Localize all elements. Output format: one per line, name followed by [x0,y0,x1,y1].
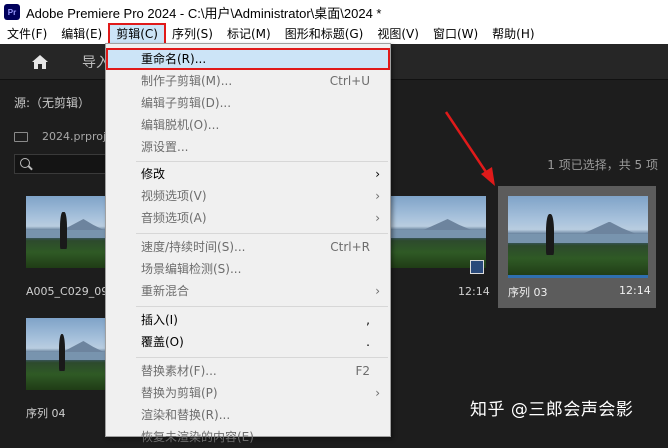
menu-item-insert[interactable]: 插入(I) , [106,309,390,331]
clip-thumbnail [26,318,108,390]
search-icon [20,158,30,168]
clip-progress-bar [508,275,648,278]
menu-item-label: 重命名(R)... [141,52,207,66]
menu-item-label: 场景编辑检测(S)... [141,262,242,276]
menu-item-shortcut: Ctrl+R [330,240,370,254]
menu-item-label: 覆盖(O) [141,335,184,349]
menu-separator [136,357,388,358]
search-input[interactable] [14,154,109,174]
menu-item-shortcut: . [366,335,370,349]
menu-item-label: 编辑脱机(O)... [141,118,220,132]
menu-item-replace-with-clip[interactable]: 替换为剪辑(P) › [106,382,390,404]
menu-item-edit-offline[interactable]: 编辑脱机(O)... [106,114,390,136]
folder-icon [14,131,28,142]
menu-item-video-options[interactable]: 视频选项(V) › [106,185,390,207]
menu-item-scene-edit-detection[interactable]: 场景编辑检测(S)... [106,258,390,280]
watermark-text: 知乎 @三郎会声会影 [470,400,634,420]
menu-item-replace-footage[interactable]: 替换素材(F)... F2 [106,360,390,382]
menu-item-label: 替换为剪辑(P) [141,386,218,400]
menu-item-label: 音频选项(A) [141,211,207,225]
menu-edit[interactable]: 编辑(E) [54,24,109,44]
menu-clip[interactable]: 剪辑(C) [108,23,166,45]
menu-item-label: 制作子剪辑(M)... [141,74,233,88]
menu-separator [136,233,388,234]
menu-item-edit-subclip[interactable]: 编辑子剪辑(D)... [106,92,390,114]
menu-item-shortcut: F2 [355,364,370,378]
menu-item-make-subclip[interactable]: 制作子剪辑(M)... Ctrl+U [106,70,390,92]
clip-thumbnail [390,196,486,268]
menu-item-restore-unrendered[interactable]: 恢复未渲染的内容(E) [106,426,390,448]
clip-name: 序列 04 [26,407,66,420]
menu-item-remix[interactable]: 重新混合 › [106,280,390,302]
menu-item-label: 修改 [141,167,166,181]
clip-item[interactable]: 12:14 [390,194,490,304]
clip-item-selected[interactable]: 序列 03 12:14 [498,186,656,308]
menu-item-shortcut: , [366,313,370,327]
menu-item-label: 恢复未渲染的内容(E) [141,430,254,444]
submenu-arrow-icon: › [375,211,380,225]
menu-separator [136,306,388,307]
menu-item-label: 源设置... [141,140,189,154]
menu-item-shortcut: Ctrl+U [329,74,370,88]
menu-item-label: 渲染和替换(R)... [141,408,231,422]
menu-item-label: 重新混合 [141,284,190,298]
clip-name: A005_C029_092 [26,285,116,298]
source-monitor-label: 源:（无剪辑） [14,96,91,110]
menu-item-modify[interactable]: 修改 › [106,163,390,185]
menu-item-speed-duration[interactable]: 速度/持续时间(S)... Ctrl+R [106,236,390,258]
submenu-arrow-icon: › [375,189,380,203]
clip-thumbnail [26,196,108,268]
clip-duration: 12:14 [619,284,651,297]
menu-item-label: 替换素材(F)... [141,364,217,378]
project-file-name: 2024.prproj [42,130,107,143]
sequence-badge-icon [470,260,484,274]
selection-status: 1 项已选择，共 5 项 [547,158,658,172]
menu-item-overwrite[interactable]: 覆盖(O) . [106,331,390,353]
submenu-arrow-icon: › [375,284,380,298]
title-bar: Pr Adobe Premiere Pro 2024 - C:\用户\Admin… [0,0,668,24]
menu-view[interactable]: 视图(V) [370,24,426,44]
premiere-app-icon: Pr [4,4,20,20]
menu-item-audio-options[interactable]: 音频选项(A) › [106,207,390,229]
clip-duration: 12:14 [458,285,490,298]
menu-separator [136,161,388,162]
menu-graphics[interactable]: 图形和标题(G) [278,24,371,44]
menu-item-rename[interactable]: 重命名(R)... [106,48,390,70]
home-icon[interactable] [31,54,49,70]
menu-item-label: 插入(I) [141,313,178,327]
window-title: Adobe Premiere Pro 2024 - C:\用户\Administ… [26,5,382,21]
project-name-row: 2024.prproj [14,130,106,143]
menu-item-source-settings[interactable]: 源设置... [106,136,390,158]
clip-menu-dropdown: 重命名(R)... 制作子剪辑(M)... Ctrl+U 编辑子剪辑(D)...… [105,43,391,444]
menu-file[interactable]: 文件(F) [0,24,54,44]
menu-sequence[interactable]: 序列(S) [165,24,220,44]
submenu-arrow-icon: › [375,386,380,400]
menu-item-label: 视频选项(V) [141,189,207,203]
clip-thumbnail [508,196,648,276]
menu-markers[interactable]: 标记(M) [220,24,278,44]
menu-item-render-and-replace[interactable]: 渲染和替换(R)... [106,404,390,426]
clip-item[interactable]: A005_C029_092 [24,194,115,304]
menu-bar: 文件(F) 编辑(E) 剪辑(C) 序列(S) 标记(M) 图形和标题(G) 视… [0,23,668,45]
menu-item-label: 编辑子剪辑(D)... [141,96,232,110]
submenu-arrow-icon: › [375,167,380,181]
menu-help[interactable]: 帮助(H) [485,24,541,44]
menu-window[interactable]: 窗口(W) [426,24,485,44]
menu-item-label: 速度/持续时间(S)... [141,240,246,254]
clip-name: 序列 03 [508,286,548,299]
clip-item[interactable]: 序列 04 [24,316,108,426]
